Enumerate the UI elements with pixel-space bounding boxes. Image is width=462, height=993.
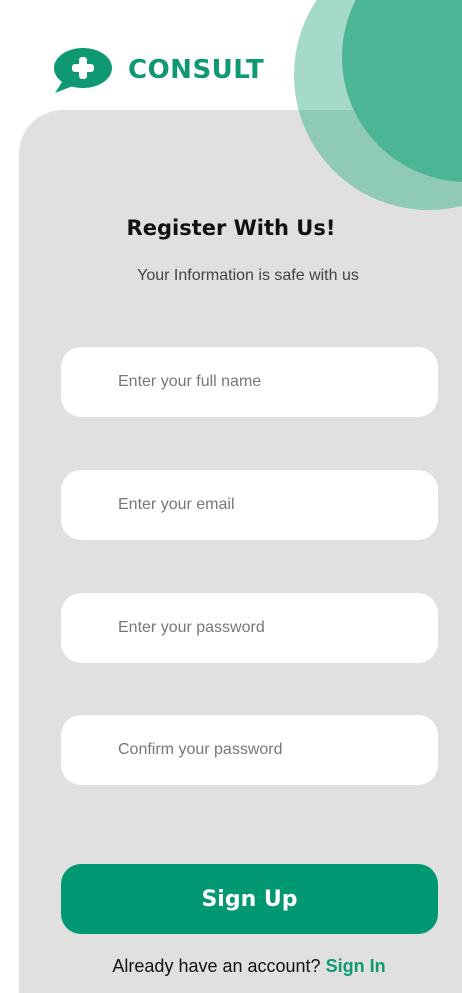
medical-chat-plus-icon <box>54 48 112 93</box>
brand-name: CONSULT <box>128 55 265 85</box>
sign-in-prompt-text: Already have an account? <box>112 956 321 976</box>
sign-in-link[interactable]: Sign In <box>326 956 386 976</box>
full-name-input[interactable] <box>61 347 438 417</box>
page-subtitle: Your Information is safe with us <box>137 267 359 284</box>
register-screen: CONSULT Register With Us! Your Informati… <box>0 0 462 993</box>
page-title: Register With Us! <box>126 216 336 240</box>
sign-up-button[interactable]: Sign Up <box>61 864 438 934</box>
email-input[interactable] <box>61 470 438 540</box>
form-card <box>19 110 462 993</box>
brand-logo: CONSULT <box>52 46 264 94</box>
sign-in-prompt: Already have an account? Sign In <box>0 956 462 977</box>
confirm-password-input[interactable] <box>61 715 438 785</box>
password-input[interactable] <box>61 593 438 663</box>
